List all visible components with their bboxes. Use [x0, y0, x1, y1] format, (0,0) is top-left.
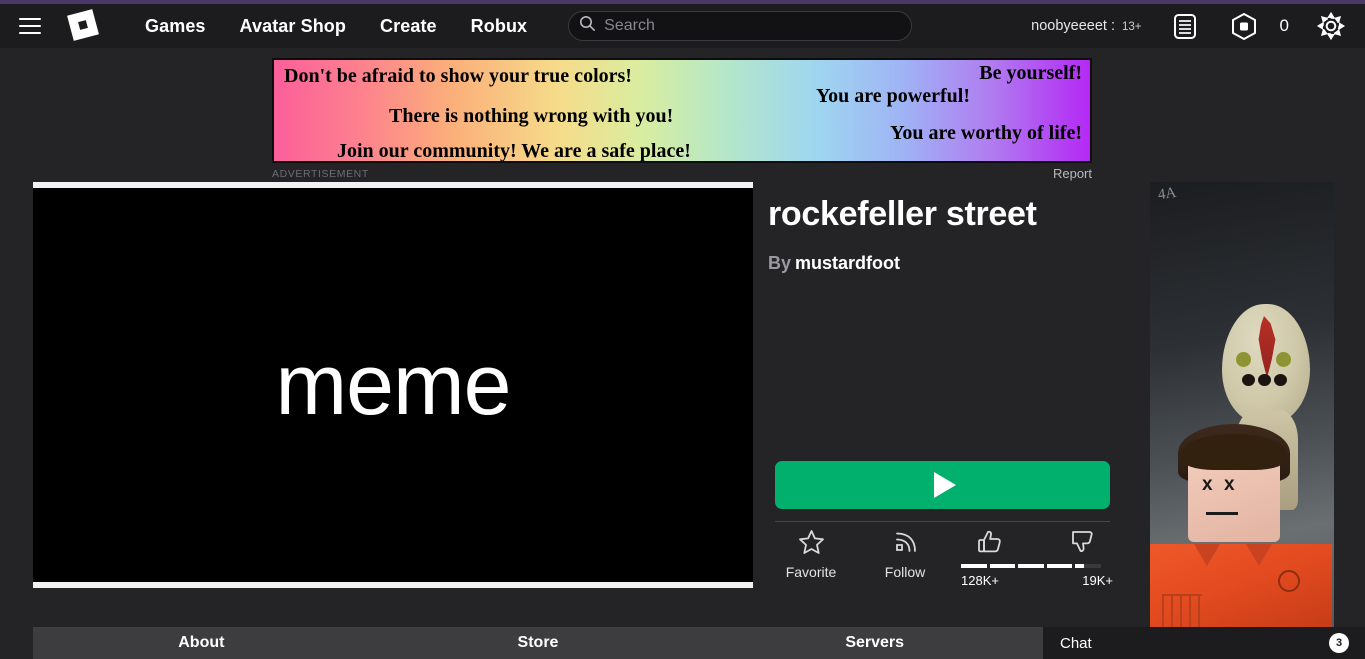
- chat-label: Chat: [1060, 634, 1092, 652]
- search-input[interactable]: Search: [568, 11, 913, 41]
- robux-balance[interactable]: 0: [1280, 16, 1289, 36]
- advertisement-meta: ADVERTISEMENT Report: [272, 166, 1092, 181]
- ad-text-line-1: Don't be afraid to show your true colors…: [284, 65, 632, 87]
- ad-text-line-2: Be yourself!: [979, 62, 1082, 84]
- advertisement-banner[interactable]: Don't be afraid to show your true colors…: [272, 58, 1092, 163]
- hamburger-menu-icon[interactable]: [19, 18, 41, 34]
- tab-about[interactable]: About: [33, 627, 370, 659]
- follow-label: Follow: [884, 564, 926, 580]
- downvote-count: 19K+: [1082, 573, 1113, 588]
- thumbs-down-icon[interactable]: [1051, 528, 1113, 556]
- avatar-mouth: [1206, 512, 1238, 515]
- roblox-logo-icon[interactable]: [67, 9, 99, 41]
- username-label: noobyeeeet :: [1031, 18, 1116, 34]
- thumbs-up-icon[interactable]: [959, 528, 1021, 556]
- author-name[interactable]: mustardfoot: [795, 253, 900, 273]
- scp-173-mouth-left: [1242, 374, 1255, 386]
- scp-173-mouth-right: [1274, 374, 1287, 386]
- avatar-collar-left: [1194, 544, 1220, 566]
- follow-button[interactable]: Follow: [863, 528, 947, 580]
- ad-image[interactable]: Don't be afraid to show your true colors…: [272, 58, 1092, 163]
- play-triangle-icon: [933, 472, 956, 498]
- game-thumbnail[interactable]: meme: [33, 182, 753, 588]
- list-menu-icon[interactable]: [1172, 13, 1198, 40]
- scp-173-eye-left: [1236, 352, 1251, 367]
- game-tab-bar: About Store Servers: [33, 627, 1043, 659]
- favorite-button[interactable]: Favorite: [769, 528, 853, 580]
- scp-173-mouth-middle: [1258, 374, 1271, 386]
- chat-panel[interactable]: Chat 3: [1043, 627, 1365, 659]
- rating-bar: [961, 564, 1101, 568]
- action-divider: [775, 521, 1110, 522]
- art-scribble-text: 4A: [1156, 184, 1178, 204]
- account-menu[interactable]: noobyeeeet : 13+: [1031, 18, 1141, 34]
- rss-signal-icon: [892, 528, 919, 556]
- scp-173-eye-right: [1276, 352, 1291, 367]
- rating-segment-partial: [1075, 564, 1101, 568]
- game-author: By mustardfoot: [768, 253, 1113, 274]
- action-row: Favorite Follow 128K+ 19K+: [775, 528, 1113, 590]
- site-header: Games Avatar Shop Create Robux Search no…: [0, 4, 1365, 48]
- avatar-collar-right: [1246, 544, 1272, 566]
- favorite-label: Favorite: [785, 564, 837, 580]
- thumbnail-text: meme: [275, 337, 512, 433]
- ad-text-line-5: Join our community! We are a safe place!: [337, 140, 691, 162]
- ad-text-line-4: You are powerful!: [815, 85, 970, 107]
- tab-servers[interactable]: Servers: [706, 627, 1043, 659]
- primary-nav: Games Avatar Shop Create Robux: [128, 16, 544, 37]
- search-icon: [579, 15, 596, 37]
- robux-hexagon-icon[interactable]: [1230, 12, 1258, 41]
- upvote-count: 128K+: [961, 573, 999, 588]
- avatar-eye-left-x: x: [1202, 474, 1213, 495]
- jumpsuit-stripes: [1162, 594, 1202, 627]
- chat-unread-badge: 3: [1329, 633, 1349, 653]
- game-info-panel: rockefeller street By mustardfoot: [768, 190, 1113, 274]
- rating-segment: [989, 564, 1016, 568]
- gear-icon[interactable]: [1317, 12, 1345, 40]
- ad-text-line-6: You are worthy of life!: [890, 122, 1082, 144]
- search-placeholder: Search: [604, 17, 655, 34]
- star-icon: [798, 528, 825, 556]
- nav-item-avatar-shop[interactable]: Avatar Shop: [223, 16, 363, 37]
- nav-item-create[interactable]: Create: [363, 16, 454, 37]
- advertisement-label: ADVERTISEMENT: [272, 167, 369, 180]
- scp-foundation-logo: [1278, 570, 1300, 592]
- avatar-hair-front: [1182, 434, 1286, 470]
- character-art-panel: 4A x x: [1150, 182, 1334, 627]
- rating-segment: [1018, 564, 1044, 568]
- tab-store[interactable]: Store: [370, 627, 707, 659]
- roblox-game-page: Games Avatar Shop Create Robux Search no…: [0, 0, 1365, 659]
- age-badge: 13+: [1122, 21, 1142, 33]
- avatar-eye-right-x: x: [1224, 474, 1235, 495]
- ad-report-link[interactable]: Report: [1053, 166, 1092, 181]
- nav-item-games[interactable]: Games: [128, 16, 223, 37]
- header-right-cluster: noobyeeeet : 13+ 0: [1031, 4, 1365, 48]
- game-title: rockefeller street: [768, 195, 1037, 233]
- rating-segment: [961, 564, 987, 568]
- nav-item-robux[interactable]: Robux: [454, 16, 545, 37]
- ad-text-line-3: There is nothing wrong with you!: [389, 105, 674, 127]
- by-label: By: [768, 252, 792, 273]
- thumbs-down-vote[interactable]: 19K+: [1051, 528, 1113, 588]
- thumbs-up-vote[interactable]: 128K+: [959, 528, 1021, 588]
- rating-segment: [1046, 564, 1073, 568]
- play-button[interactable]: [775, 461, 1110, 509]
